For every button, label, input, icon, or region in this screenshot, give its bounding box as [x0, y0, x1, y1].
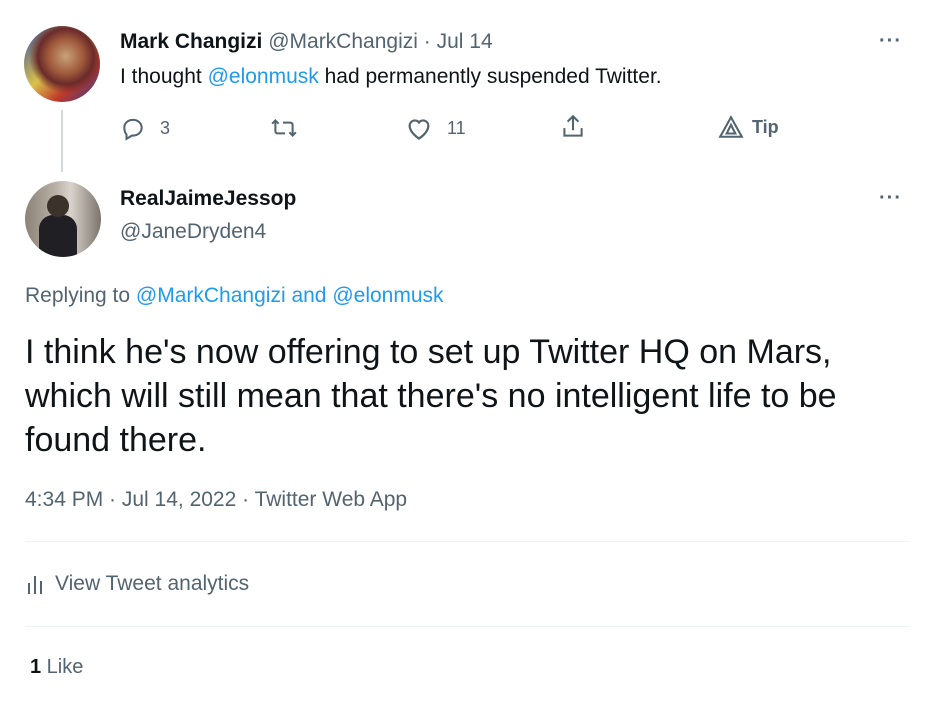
tip-label: Tip: [752, 116, 779, 137]
avatar-figure-head: [47, 195, 69, 217]
retweet-icon: [271, 119, 297, 137]
reply-icon: [123, 118, 143, 141]
likes-count: 1: [30, 656, 42, 678]
likes-label: Like: [41, 656, 84, 678]
share-button[interactable]: [560, 113, 586, 141]
tweet1-author-name[interactable]: Mark Changizi: [120, 30, 262, 53]
analytics-label: View Tweet analytics: [55, 572, 250, 595]
reply-count: 3: [160, 117, 171, 138]
tweet1-header: Mark Changizi @MarkChangizi · Jul 14: [120, 30, 493, 54]
like-count: 11: [447, 117, 466, 138]
tweet1-date[interactable]: Jul 14: [437, 30, 493, 53]
divider-top: [25, 541, 910, 542]
share-icon: [563, 114, 583, 137]
tweet2-author-name[interactable]: RealJaimeJessop: [120, 187, 296, 211]
like-button[interactable]: 11: [405, 115, 466, 141]
view-analytics-button[interactable]: View Tweet analytics: [25, 572, 249, 596]
tweet1-text-before: I thought: [120, 65, 208, 88]
likes-summary[interactable]: 1 Like: [30, 656, 83, 679]
replying-user-elonmusk[interactable]: @elonmusk: [332, 284, 443, 307]
tweet1-mention[interactable]: @elonmusk: [208, 65, 319, 88]
avatar-realjaimejessop[interactable]: [25, 181, 101, 257]
analytics-icon: [28, 576, 42, 594]
tweet2-timestamp-source[interactable]: 4:34 PM · Jul 14, 2022 · Twitter Web App: [25, 488, 407, 512]
tip-icon: [718, 115, 744, 138]
avatar-figure-body: [39, 215, 77, 257]
replying-to-line: Replying to @MarkChangizi and @elonmusk: [25, 284, 444, 308]
reply-button[interactable]: 3: [120, 115, 170, 141]
tweet1-more-icon[interactable]: ···: [879, 30, 902, 53]
replying-prefix: Replying to: [25, 284, 136, 307]
replying-user-markchangizi[interactable]: @MarkChangizi: [136, 284, 286, 307]
retweet-button[interactable]: [270, 115, 312, 141]
divider-bottom: [25, 626, 910, 627]
tip-button[interactable]: Tip: [718, 115, 779, 139]
tweet1-separator: ·: [423, 30, 431, 53]
thread-connector-line: [61, 110, 63, 172]
avatar-mark-changizi[interactable]: [24, 26, 100, 102]
like-icon: [408, 119, 430, 140]
replying-and[interactable]: and: [286, 284, 333, 307]
tweet2-handle[interactable]: @JaneDryden4: [120, 220, 266, 244]
tweet2-text: I think he's now offering to set up Twit…: [25, 333, 837, 459]
tweet2-more-icon[interactable]: ···: [879, 187, 902, 210]
tweet1-handle[interactable]: @MarkChangizi: [268, 30, 418, 53]
tweet1-text-after: had permanently suspended Twitter.: [318, 65, 662, 88]
tweet1-text: I thought @elonmusk had permanently susp…: [120, 65, 662, 89]
